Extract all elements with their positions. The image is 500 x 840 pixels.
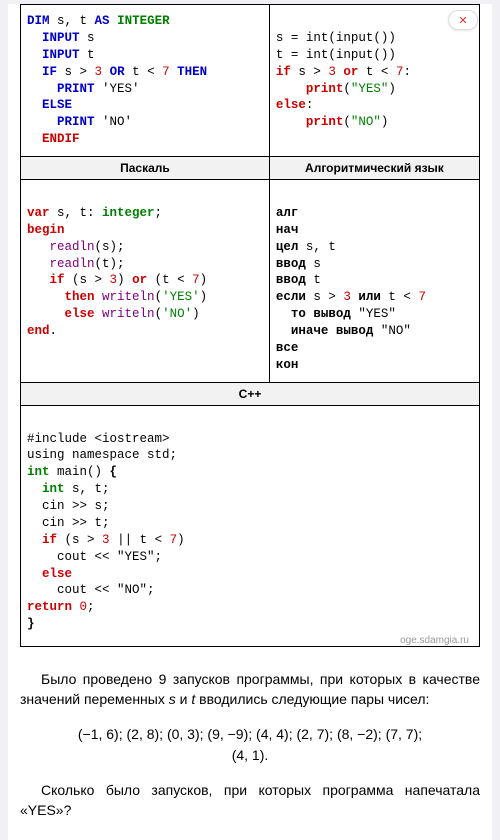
code-pascal: var s, t: integer; begin readln(s); read…: [27, 188, 263, 340]
code-basic: DIM s, t AS INTEGER INPUT s INPUT t IF s…: [27, 13, 263, 148]
code-cpp: #include <iostream> using namespace std;…: [27, 414, 473, 633]
pairs-line1: (−1, 6); (2, 8); (0, 3); (9, −9); (4, 4)…: [78, 726, 422, 742]
question-text: Сколько было запусков, при которых прогр…: [20, 780, 480, 821]
row-basic-python: DIM s, t AS INTEGER INPUT s INPUT t IF s…: [21, 5, 480, 157]
code-python: s = int(input()) t = int(input()) if s >…: [276, 13, 473, 131]
cell-algo: алг нач цел s, t ввод s ввод t если s > …: [269, 180, 479, 383]
row-pascal-algo: var s, t: integer; begin readln(s); read…: [21, 180, 480, 383]
cell-python: s = int(input()) t = int(input()) if s >…: [269, 5, 479, 157]
header-algo: Алгоритмический язык: [269, 157, 479, 180]
page: ✕ DIM s, t AS INTEGER INPUT s INPUT t IF…: [8, 4, 492, 840]
row-header-pascal-algo: Паскаль Алгоритмический язык: [21, 157, 480, 180]
cell-cpp: #include <iostream> using namespace std;…: [21, 405, 480, 646]
code-algo: алг нач цел s, t ввод s ввод t если s > …: [276, 188, 473, 374]
pairs-line2: (4, 1).: [232, 747, 269, 763]
body-paragraph: Было проведено 9 запусков программы, при…: [20, 669, 480, 710]
pairs-list: (−1, 6); (2, 8); (0, 3); (9, −9); (4, 4)…: [20, 724, 480, 766]
cell-basic: DIM s, t AS INTEGER INPUT s INPUT t IF s…: [21, 5, 270, 157]
close-glyph: ✕: [458, 14, 467, 27]
row-header-cpp: С++: [21, 382, 480, 405]
row-cpp: #include <iostream> using namespace std;…: [21, 405, 480, 646]
cell-pascal: var s, t: integer; begin readln(s); read…: [21, 180, 270, 383]
close-icon[interactable]: ✕: [448, 10, 478, 30]
header-cpp: С++: [21, 382, 480, 405]
watermark: oge.sdamgia.ru: [27, 633, 473, 646]
code-table: DIM s, t AS INTEGER INPUT s INPUT t IF s…: [20, 4, 480, 647]
header-pascal: Паскаль: [21, 157, 270, 180]
